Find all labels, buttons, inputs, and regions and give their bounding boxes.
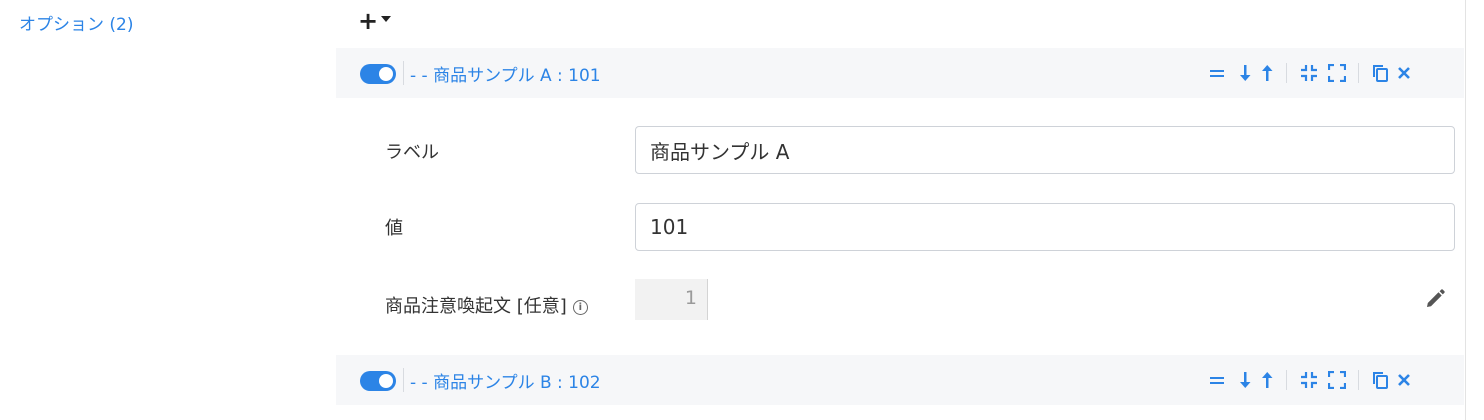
value-field-label: 値: [385, 218, 403, 239]
reorder-icon[interactable]: [1206, 61, 1228, 85]
value-input[interactable]: [635, 203, 1455, 251]
collapse-icon[interactable]: [1298, 61, 1320, 85]
collapse-icon[interactable]: [1298, 368, 1320, 392]
info-icon[interactable]: i: [572, 299, 588, 315]
expand-icon[interactable]: [1326, 61, 1348, 85]
move-up-icon[interactable]: [1256, 61, 1278, 85]
notice-field-label: 商品注意喚起文 [任意] i: [385, 292, 588, 318]
line-number: 1: [684, 287, 697, 309]
close-icon[interactable]: [1393, 61, 1415, 85]
notice-label-text: 商品注意喚起文 [任意]: [385, 296, 567, 317]
option-b-toolbar: [1206, 368, 1436, 392]
reorder-icon[interactable]: [1206, 368, 1228, 392]
label-input[interactable]: [635, 126, 1455, 174]
options-section-label[interactable]: オプション (2): [19, 10, 133, 35]
option-header-a: - - 商品サンプル A : 101: [336, 48, 1464, 98]
move-down-icon[interactable]: [1234, 368, 1256, 392]
move-up-icon[interactable]: [1256, 368, 1278, 392]
option-header-b: - - 商品サンプル B : 102: [336, 355, 1464, 405]
expand-icon[interactable]: [1326, 368, 1348, 392]
option-a-toggle[interactable]: [360, 64, 396, 84]
label-field-label: ラベル: [385, 142, 439, 163]
move-down-icon[interactable]: [1234, 61, 1256, 85]
pencil-icon[interactable]: [1424, 288, 1446, 310]
option-b-toggle[interactable]: [360, 371, 396, 391]
option-b-title[interactable]: - - 商品サンプル B : 102: [410, 368, 601, 393]
header-divider: [403, 61, 404, 85]
dropdown-caret-icon: [381, 16, 392, 22]
copy-icon[interactable]: [1369, 61, 1391, 85]
copy-icon[interactable]: [1369, 368, 1391, 392]
code-editor-gutter[interactable]: 1: [635, 279, 708, 320]
plus-icon: +: [358, 7, 379, 35]
add-option-button[interactable]: +: [358, 7, 392, 35]
close-icon[interactable]: [1393, 368, 1415, 392]
panel-right-border: [1465, 0, 1466, 420]
option-a-toolbar: [1206, 61, 1436, 85]
header-divider: [403, 368, 404, 392]
option-a-title[interactable]: - - 商品サンプル A : 101: [410, 61, 601, 86]
